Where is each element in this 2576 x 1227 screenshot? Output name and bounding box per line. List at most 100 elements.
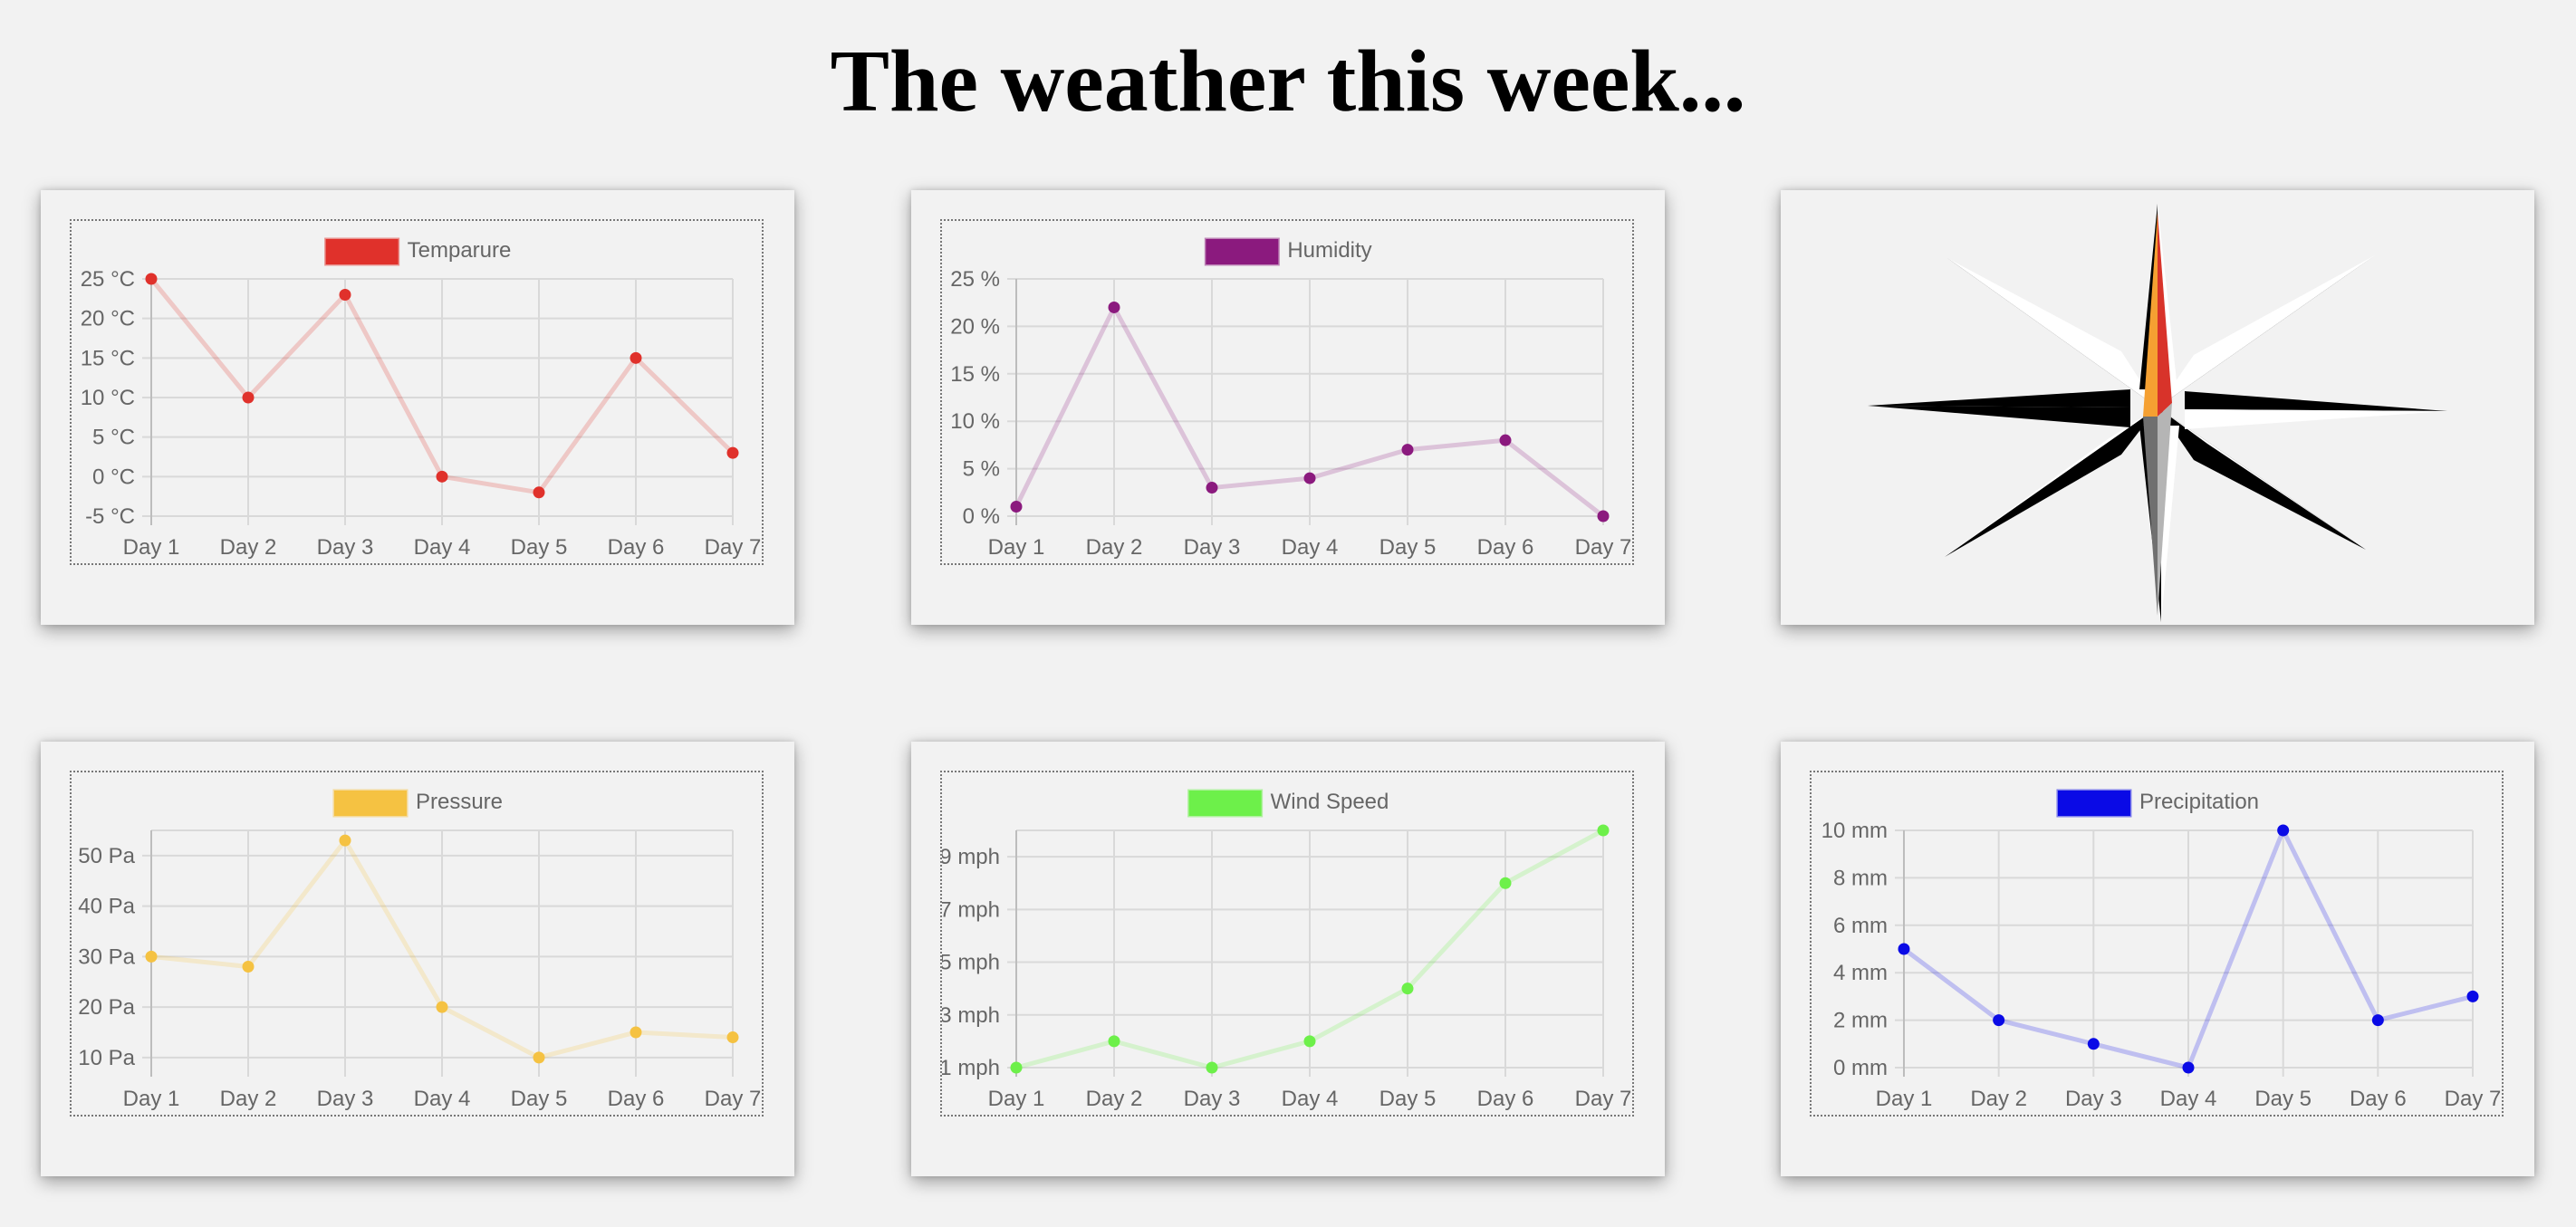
data-point[interactable] <box>1108 1035 1120 1048</box>
y-tick-label: 3 mph <box>942 1003 1000 1028</box>
data-point[interactable] <box>145 950 158 963</box>
data-point[interactable] <box>1206 482 1218 494</box>
data-point[interactable] <box>1303 472 1316 484</box>
x-tick-label: Day 4 <box>414 535 471 560</box>
temperature-chart-card: Temparure 25 °C 20 °C 15 °C 10 °C 5 °C 0 °C -5 … <box>41 190 794 625</box>
x-tick-label: Day 4 <box>414 1087 471 1111</box>
data-point[interactable] <box>726 446 739 459</box>
x-tick-label: Day 3 <box>317 535 374 560</box>
data-point[interactable] <box>1898 943 1910 955</box>
x-tick-label: Day 7 <box>1575 535 1632 560</box>
y-tick-label: 20 Pa <box>78 995 135 1020</box>
x-tick-label: Day 2 <box>1970 1087 2027 1111</box>
humidity-chart-frame: Humidity 25 % 20 % 15 % 10 % 5 % 0 % Day 1 Day 2… <box>940 219 1634 565</box>
y-tick-label: 0 mm <box>1833 1056 1888 1080</box>
legend-swatch[interactable] <box>2056 789 2132 818</box>
precipitation-chart-frame: Precipitation 10 mm 8 mm 6 mm 4 mm 2 mm 0 mm Da… <box>1810 771 2504 1117</box>
legend-label: Wind Speed <box>1271 790 1389 814</box>
data-point[interactable] <box>1010 501 1023 513</box>
data-point[interactable] <box>533 486 545 499</box>
precipitation-line-chart: Precipitation 10 mm 8 mm 6 mm 4 mm 2 mm 0 mm Da… <box>1821 789 2502 1111</box>
x-tick-label: Day 4 <box>1282 535 1339 560</box>
temperature-line-chart: Temparure 25 °C 20 °C 15 °C 10 °C 5 °C 0 °C -5 … <box>81 237 761 560</box>
legend-label: Temparure <box>408 238 512 263</box>
x-tick-label: Day 1 <box>988 1087 1045 1111</box>
wind-speed-chart-card: Wind Speed 9 mph 7 mph 5 mph 3 mph 1 mph Day 1… <box>911 742 1665 1176</box>
y-tick-label: 0 % <box>963 504 1000 529</box>
y-tick-label: 5 mph <box>942 951 1000 975</box>
legend-swatch[interactable] <box>1187 789 1264 818</box>
y-tick-label: 30 Pa <box>78 944 135 969</box>
y-tick-label: 10 Pa <box>78 1046 135 1070</box>
data-point[interactable] <box>726 1031 739 1044</box>
data-point[interactable] <box>2087 1038 2100 1050</box>
legend-swatch[interactable] <box>324 237 400 266</box>
x-tick-label: Day 1 <box>123 535 180 560</box>
x-tick-label: Day 4 <box>1282 1087 1339 1111</box>
x-tick-label: Day 1 <box>1876 1087 1933 1111</box>
data-point[interactable] <box>1206 1061 1218 1074</box>
y-tick-label: 20 °C <box>81 307 135 331</box>
data-point[interactable] <box>630 1026 642 1039</box>
data-point[interactable] <box>339 834 351 847</box>
x-tick-label: Day 7 <box>705 1087 762 1111</box>
x-tick-label: Day 7 <box>1575 1087 1632 1111</box>
x-tick-label: Day 2 <box>220 1087 277 1111</box>
pressure-chart-frame: Pressure 50 Pa 40 Pa 30 Pa 20 Pa 10 Pa Day 1 Da… <box>70 771 764 1117</box>
x-tick-label: Day 5 <box>511 535 568 560</box>
data-point[interactable] <box>1993 1014 2005 1027</box>
data-point[interactable] <box>1010 1061 1023 1074</box>
legend-label: Pressure <box>416 790 503 814</box>
legend-swatch[interactable] <box>1204 237 1280 266</box>
y-tick-label: 50 Pa <box>78 844 135 868</box>
y-tick-label: 5 % <box>963 457 1000 482</box>
x-tick-label: Day 1 <box>123 1087 180 1111</box>
temperature-chart-frame: Temparure 25 °C 20 °C 15 °C 10 °C 5 °C 0 °C -5 … <box>70 219 764 565</box>
wind-speed-line-chart: Wind Speed 9 mph 7 mph 5 mph 3 mph 1 mph Day 1… <box>942 789 1632 1111</box>
x-tick-label: Day 2 <box>220 535 277 560</box>
data-point[interactable] <box>1597 510 1610 522</box>
data-point[interactable] <box>1401 444 1414 456</box>
data-point[interactable] <box>436 470 448 483</box>
data-point[interactable] <box>242 961 255 973</box>
y-tick-label: 1 mph <box>942 1056 1000 1080</box>
legend-label: Humidity <box>1287 238 1371 263</box>
data-point[interactable] <box>2182 1061 2195 1074</box>
data-point[interactable] <box>1499 877 1512 889</box>
y-tick-label: 7 mph <box>942 897 1000 922</box>
page-title: The weather this week... <box>830 33 1746 130</box>
data-point[interactable] <box>242 391 255 404</box>
x-tick-label: Day 7 <box>2445 1087 2502 1111</box>
legend-swatch[interactable] <box>332 789 409 818</box>
x-tick-label: Day 5 <box>2254 1087 2312 1111</box>
data-point[interactable] <box>436 1001 448 1013</box>
y-tick-label: 2 mm <box>1833 1009 1888 1033</box>
data-point[interactable] <box>2371 1014 2384 1027</box>
y-tick-label: 5 °C <box>92 426 135 450</box>
x-tick-label: Day 3 <box>1184 1087 1241 1111</box>
x-tick-label: Day 5 <box>511 1087 568 1111</box>
data-point[interactable] <box>630 351 642 364</box>
x-tick-label: Day 5 <box>1379 535 1437 560</box>
data-point[interactable] <box>1108 301 1120 313</box>
precipitation-chart-card: Precipitation 10 mm 8 mm 6 mm 4 mm 2 mm 0 mm Da… <box>1781 742 2534 1176</box>
x-tick-label: Day 3 <box>2065 1087 2122 1111</box>
x-tick-label: Day 1 <box>988 535 1045 560</box>
y-tick-label: 10 °C <box>81 386 135 410</box>
data-point[interactable] <box>1499 434 1512 446</box>
y-tick-label: -5 °C <box>85 504 135 529</box>
data-point[interactable] <box>339 288 351 301</box>
x-tick-label: Day 6 <box>1477 535 1534 560</box>
data-point[interactable] <box>2466 990 2479 1002</box>
data-point[interactable] <box>1401 983 1414 995</box>
x-tick-label: Day 5 <box>1379 1087 1437 1111</box>
data-point[interactable] <box>1597 824 1610 837</box>
y-tick-label: 20 % <box>950 314 1000 339</box>
data-point[interactable] <box>1303 1035 1316 1048</box>
data-point[interactable] <box>145 273 158 285</box>
y-tick-label: 15 °C <box>81 346 135 370</box>
data-point[interactable] <box>533 1051 545 1064</box>
x-tick-label: Day 4 <box>2160 1087 2217 1111</box>
pressure-line-chart: Pressure 50 Pa 40 Pa 30 Pa 20 Pa 10 Pa Day 1 Da… <box>78 789 762 1111</box>
data-point[interactable] <box>2277 824 2290 837</box>
